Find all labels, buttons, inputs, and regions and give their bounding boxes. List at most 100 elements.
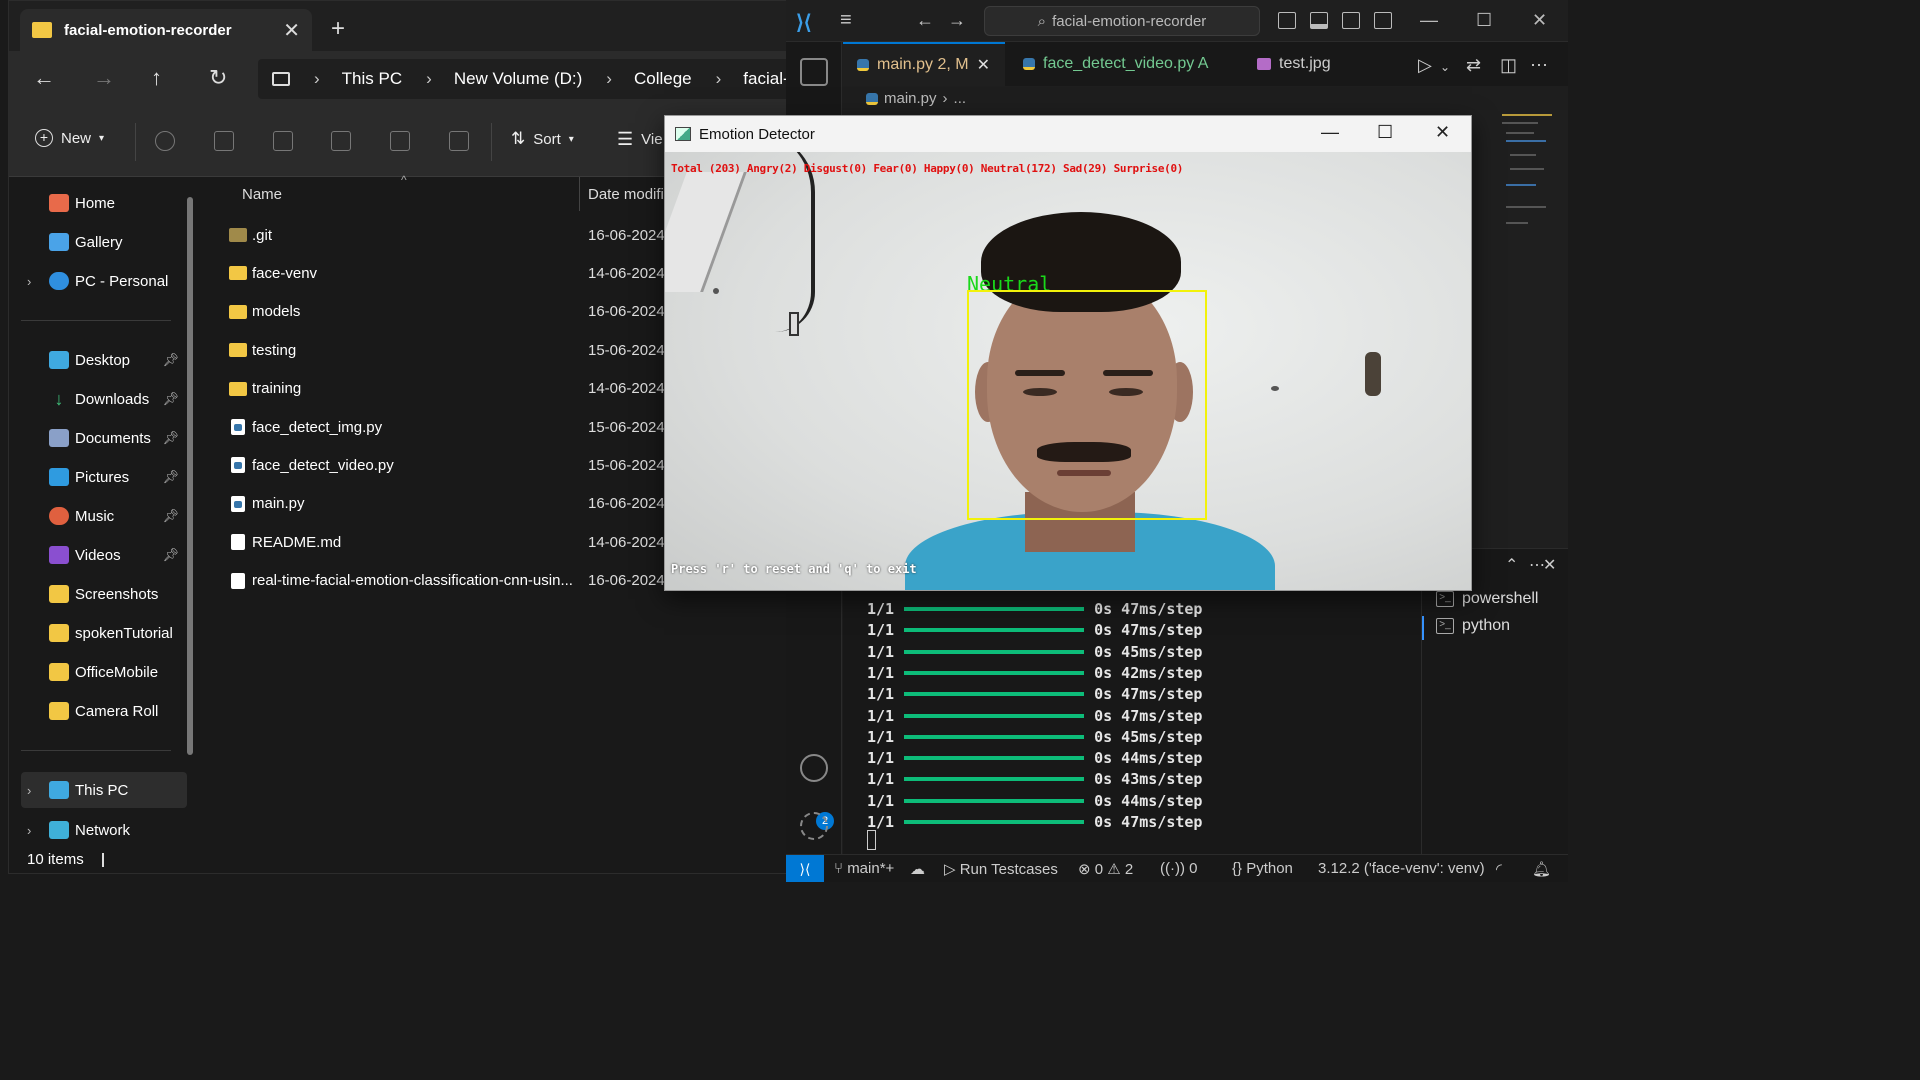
terminal[interactable]: 1/1 0s 47ms/step 1/1 0s 47ms/step 1/1 0s 45ms…	[843, 584, 1421, 854]
folder-icon	[229, 381, 247, 396]
explorer-tab[interactable]: facial-emotion-recorder ✕	[20, 9, 312, 51]
nav-label: Gallery	[75, 233, 123, 251]
ports-status[interactable]: ((·)) 0	[1160, 860, 1198, 877]
vscode-title-bar: ⟩⟨ ≡ ← → ⌕ facial-emotion-recorder — ☐ ✕	[786, 0, 1568, 42]
nav-item-spokentutorial[interactable]: spokenTutorial	[21, 615, 179, 651]
run-python-file-icon[interactable]: ▷	[1418, 55, 1432, 76]
rename-icon[interactable]	[331, 131, 351, 151]
breadcrumb-item[interactable]: main.py	[884, 90, 937, 107]
nav-item-music[interactable]: Music 📌︎	[21, 498, 179, 534]
menu-icon[interactable]: ≡	[840, 9, 852, 32]
more-actions-icon[interactable]: ⋯	[1530, 55, 1548, 76]
nav-item-screenshots[interactable]: Screenshots	[21, 576, 179, 612]
breadcrumb-item[interactable]: ...	[954, 90, 967, 107]
sync-icon[interactable]: ☁	[910, 860, 925, 878]
back-arrow-icon[interactable]: ←	[33, 65, 55, 91]
breadcrumb-chevron-icon: ›	[715, 69, 722, 88]
pin-icon[interactable]: 📌︎	[162, 352, 179, 368]
pin-icon[interactable]: 📌︎	[162, 391, 179, 407]
nav-item-desktop[interactable]: Desktop 📌︎	[21, 342, 179, 378]
maximize-icon[interactable]: ☐	[1476, 10, 1492, 31]
column-divider[interactable]	[579, 177, 580, 211]
view-list-icon: ☰	[617, 129, 634, 149]
toggle-panel-icon[interactable]	[1310, 12, 1328, 29]
breadcrumb-item[interactable]: This PC	[342, 69, 402, 89]
new-tab-button[interactable]: +	[331, 15, 345, 43]
paste-icon[interactable]	[273, 131, 293, 151]
minimap[interactable]	[1498, 110, 1554, 240]
new-button[interactable]: + New ▾	[35, 129, 104, 147]
command-center-search[interactable]: ⌕ facial-emotion-recorder	[984, 6, 1260, 36]
share-icon[interactable]	[390, 131, 410, 151]
forward-arrow-icon[interactable]: →	[948, 10, 966, 31]
terminal-item-python[interactable]: >_ python	[1436, 617, 1510, 635]
minimap-line	[1510, 154, 1536, 156]
close-window-icon[interactable]: ✕	[1435, 122, 1450, 143]
close-window-icon[interactable]: ✕	[1532, 10, 1547, 31]
breadcrumb-item[interactable]: facial-	[743, 69, 787, 89]
close-tab-icon[interactable]: ✕	[283, 18, 300, 43]
nav-scrollbar[interactable]	[187, 197, 193, 755]
nav-item-home[interactable]: Home	[21, 185, 179, 221]
close-tab-icon[interactable]: ✕	[977, 55, 990, 75]
pin-icon[interactable]: 📌︎	[162, 430, 179, 446]
sort-button[interactable]: ⇅ Sort ▾	[511, 129, 574, 149]
pin-icon[interactable]: 📌︎	[162, 547, 179, 563]
minimize-icon[interactable]: —	[1420, 10, 1438, 31]
chevron-right-icon[interactable]: ›	[27, 274, 31, 289]
tab-main-py[interactable]: main.py 2, M ✕	[843, 42, 1005, 86]
nav-item-this-pc[interactable]: › This PC	[21, 772, 187, 808]
back-arrow-icon[interactable]: ←	[916, 10, 934, 31]
pin-icon[interactable]: 📌︎	[162, 469, 179, 485]
minimap-line	[1506, 132, 1534, 134]
delete-icon[interactable]	[449, 131, 469, 151]
branch-status[interactable]: ⑂ main*+	[834, 860, 894, 877]
chevron-right-icon[interactable]: ›	[27, 823, 31, 838]
column-header-name[interactable]: Name	[242, 186, 282, 203]
gear-icon[interactable]	[800, 812, 828, 840]
refresh-icon[interactable]: ↻	[209, 65, 227, 91]
chevron-down-icon[interactable]: ⌄	[1440, 60, 1450, 74]
copy-icon[interactable]	[214, 131, 234, 151]
accounts-icon[interactable]	[800, 754, 828, 782]
view-button[interactable]: ☰ Vie	[617, 129, 663, 150]
column-header-date[interactable]: Date modifi	[588, 186, 664, 203]
chevron-right-icon[interactable]: ›	[27, 783, 31, 798]
compare-changes-icon[interactable]: ⇄	[1466, 55, 1481, 76]
breadcrumb-item[interactable]: New Volume (D:)	[454, 69, 582, 89]
nav-item-pictures[interactable]: Pictures 📌︎	[21, 459, 179, 495]
step-time: 0s 47ms/step	[1094, 813, 1203, 831]
close-panel-icon[interactable]: ✕	[1543, 555, 1556, 575]
terminal-item-powershell[interactable]: >_ powershell	[1436, 590, 1538, 608]
cut-icon[interactable]	[155, 131, 175, 151]
address-bar[interactable]: › This PC › New Volume (D:) › College › …	[258, 59, 787, 99]
notifications-bell-icon[interactable]: 🔔︎	[1532, 860, 1551, 878]
forward-arrow-icon[interactable]: →	[93, 65, 115, 91]
language-mode[interactable]: {} Python	[1232, 860, 1293, 877]
breadcrumb-item[interactable]: College	[634, 69, 692, 89]
maximize-panel-icon[interactable]: ⌃	[1505, 555, 1518, 575]
nav-item-videos[interactable]: Videos 📌︎	[21, 537, 179, 573]
problems-status[interactable]: ⊗ 0 ⚠ 2	[1078, 860, 1133, 878]
nav-item-pc-personal[interactable]: › PC - Personal	[21, 263, 179, 299]
minimize-icon[interactable]: —	[1321, 122, 1339, 143]
nav-item-officemobile[interactable]: OfficeMobile	[21, 654, 179, 690]
nav-item-downloads[interactable]: ↓ Downloads 📌︎	[21, 381, 180, 417]
tab-test-jpg[interactable]: test.jpg	[1243, 42, 1345, 86]
explorer-files-icon[interactable]	[800, 58, 828, 86]
status-divider	[101, 853, 104, 868]
remote-indicator-icon[interactable]: ⟩⟨	[786, 855, 824, 882]
pin-icon[interactable]: 📌︎	[162, 508, 179, 524]
up-arrow-icon[interactable]: ↑	[151, 65, 162, 91]
toggle-sidebar-icon[interactable]	[1278, 12, 1296, 29]
run-testcases-button[interactable]: ▷ Run Testcases	[944, 860, 1058, 878]
tab-face-detect-video[interactable]: face_detect_video.py A	[1009, 42, 1222, 86]
nav-item-gallery[interactable]: Gallery	[21, 224, 179, 260]
split-editor-icon[interactable]: ◫	[1500, 55, 1517, 76]
customize-layout-icon[interactable]	[1374, 12, 1392, 29]
maximize-icon[interactable]: ☐	[1377, 122, 1393, 143]
toggle-secondary-sidebar-icon[interactable]	[1342, 12, 1360, 29]
interpreter-status[interactable]: 3.12.2 ('face-venv': venv)	[1318, 860, 1485, 877]
nav-item-camera-roll[interactable]: Camera Roll	[21, 693, 179, 729]
nav-item-documents[interactable]: Documents 📌︎	[21, 420, 179, 456]
